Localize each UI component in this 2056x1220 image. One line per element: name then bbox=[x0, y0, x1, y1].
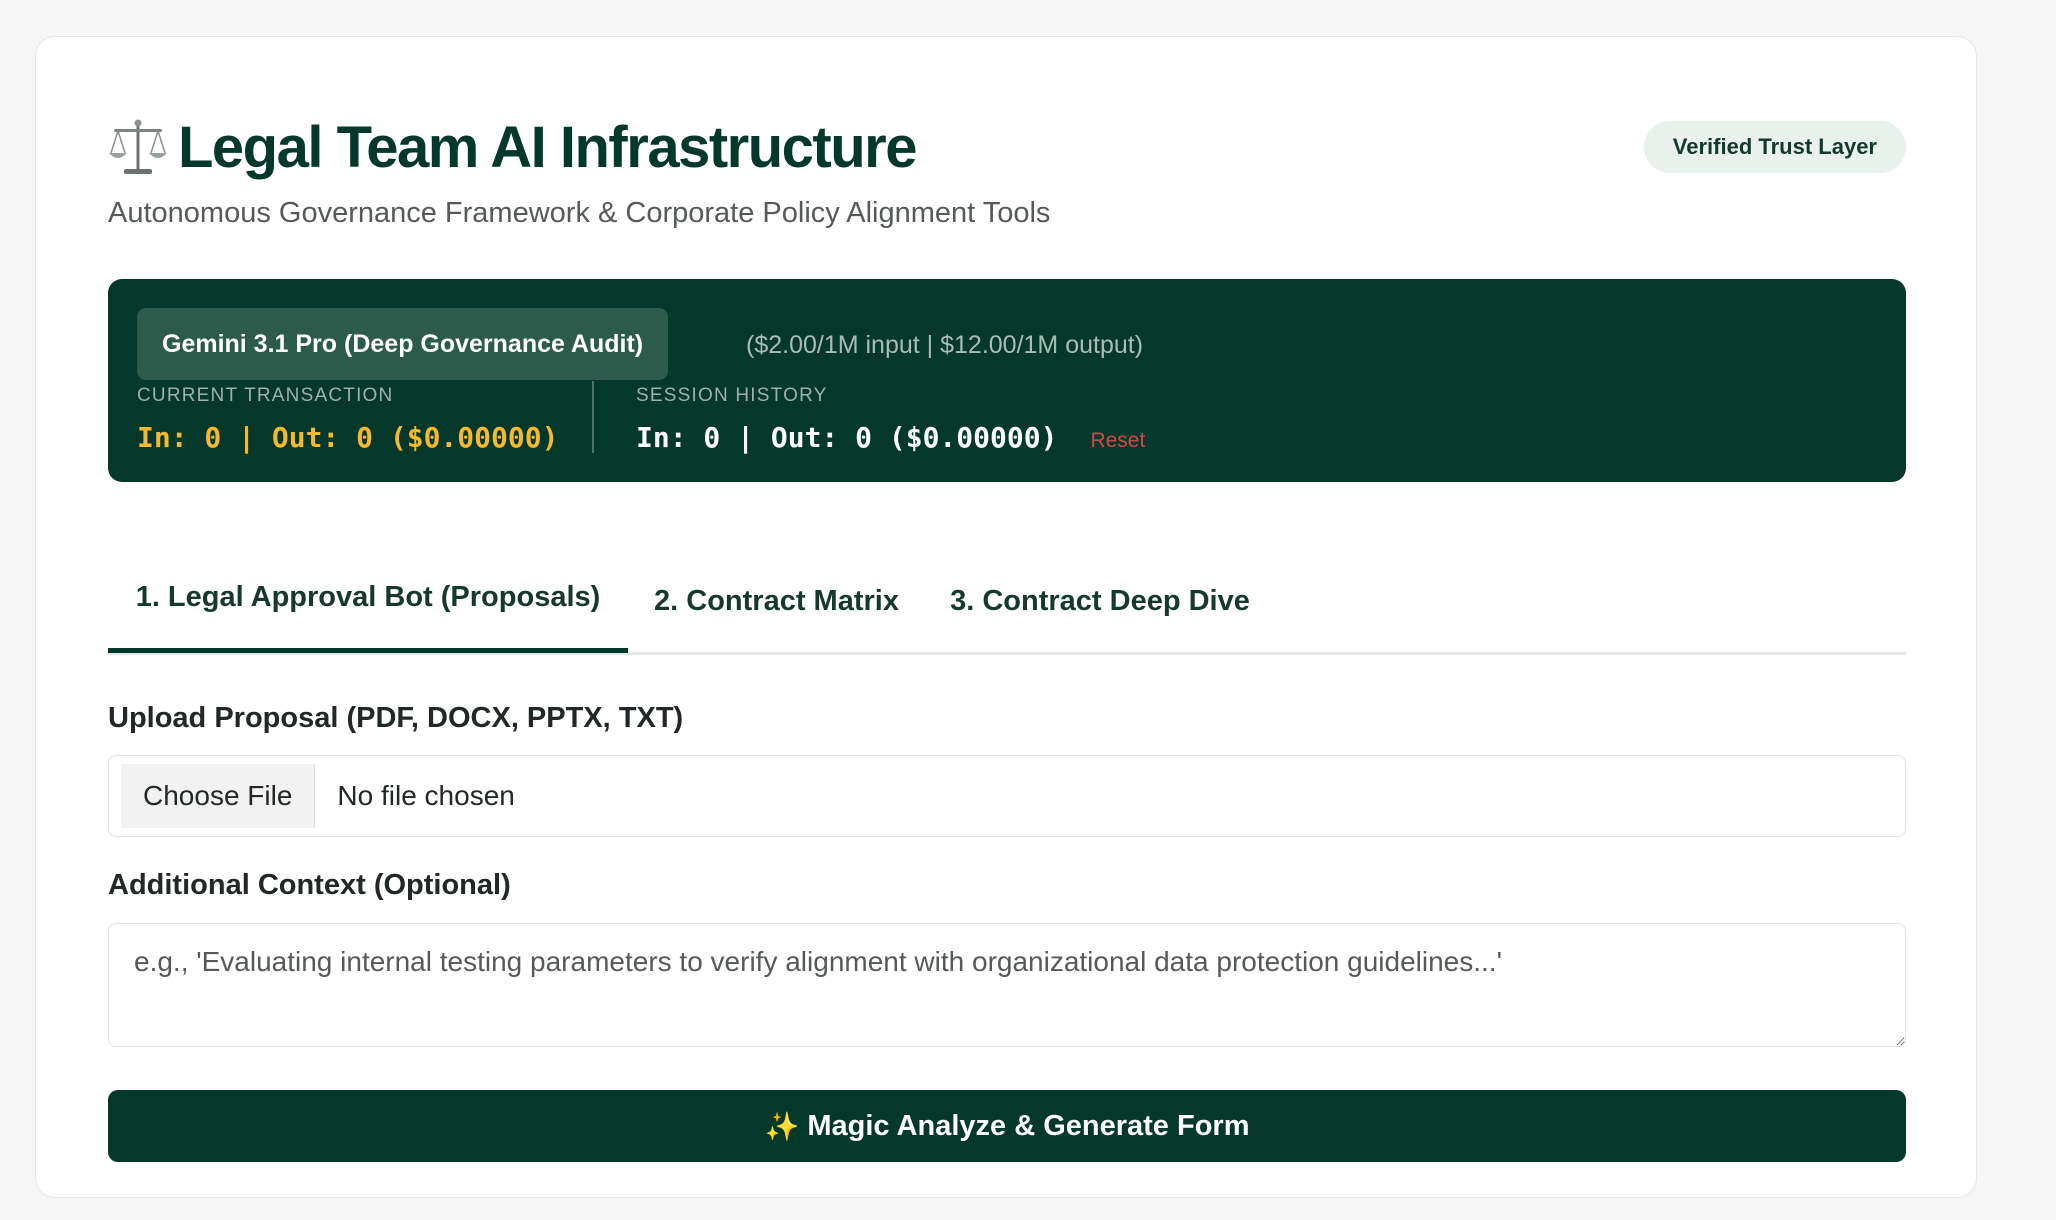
reset-button[interactable]: Reset bbox=[1090, 429, 1145, 453]
session-history-label: SESSION HISTORY bbox=[636, 385, 828, 406]
file-status: No file chosen bbox=[337, 780, 515, 811]
context-label: Additional Context (Optional) bbox=[108, 869, 511, 901]
page-subtitle: Autonomous Governance Framework & Corpor… bbox=[108, 197, 1051, 229]
magic-analyze-button[interactable]: ✨ Magic Analyze & Generate Form bbox=[108, 1090, 1906, 1162]
current-transaction-value: In: 0 | Out: 0 ($0.00000) bbox=[137, 421, 559, 454]
balance-scale-icon bbox=[108, 117, 168, 177]
model-selector[interactable]: Gemini 3.1 Pro (Deep Governance Audit) bbox=[137, 308, 669, 380]
current-transaction-label: CURRENT TRANSACTION bbox=[137, 385, 394, 406]
magic-analyze-label: Magic Analyze & Generate Form bbox=[807, 1109, 1250, 1142]
file-upload-input[interactable]: Choose File No file chosen bbox=[108, 755, 1906, 837]
tab-bar: 1. Legal Approval Bot (Proposals) 2. Con… bbox=[108, 547, 1906, 655]
tab-contract-deep-dive[interactable]: 3. Contract Deep Dive bbox=[925, 547, 1275, 655]
page-title: Legal Team AI Infrastructure bbox=[178, 114, 917, 180]
context-textarea[interactable] bbox=[108, 923, 1906, 1047]
session-history: SESSION HISTORY In: 0 | Out: 0 ($0.00000… bbox=[636, 385, 1145, 454]
current-transaction: CURRENT TRANSACTION In: 0 | Out: 0 ($0.0… bbox=[137, 385, 558, 454]
main-card: Legal Team AI Infrastructure Autonomous … bbox=[35, 36, 1977, 1198]
session-history-row: In: 0 | Out: 0 ($0.00000) Reset bbox=[636, 421, 1145, 454]
upload-label: Upload Proposal (PDF, DOCX, PPTX, TXT) bbox=[108, 702, 684, 734]
sparkles-icon: ✨ bbox=[764, 1110, 800, 1142]
trust-badge: Verified Trust Layer bbox=[1643, 121, 1906, 173]
model-pricing: ($2.00/1M input | $12.00/1M output) bbox=[746, 331, 1144, 359]
session-history-value: In: 0 | Out: 0 ($0.00000) bbox=[636, 421, 1058, 454]
cost-panel: Gemini 3.1 Pro (Deep Governance Audit) (… bbox=[108, 279, 1906, 482]
title-row: Legal Team AI Infrastructure bbox=[108, 109, 1906, 185]
header: Legal Team AI Infrastructure Autonomous … bbox=[108, 109, 1906, 229]
tab-legal-approval-bot[interactable]: 1. Legal Approval Bot (Proposals) bbox=[108, 547, 628, 653]
tab-contract-matrix[interactable]: 2. Contract Matrix bbox=[628, 547, 925, 655]
choose-file-button[interactable]: Choose File bbox=[121, 764, 316, 828]
stats-divider bbox=[592, 381, 594, 453]
